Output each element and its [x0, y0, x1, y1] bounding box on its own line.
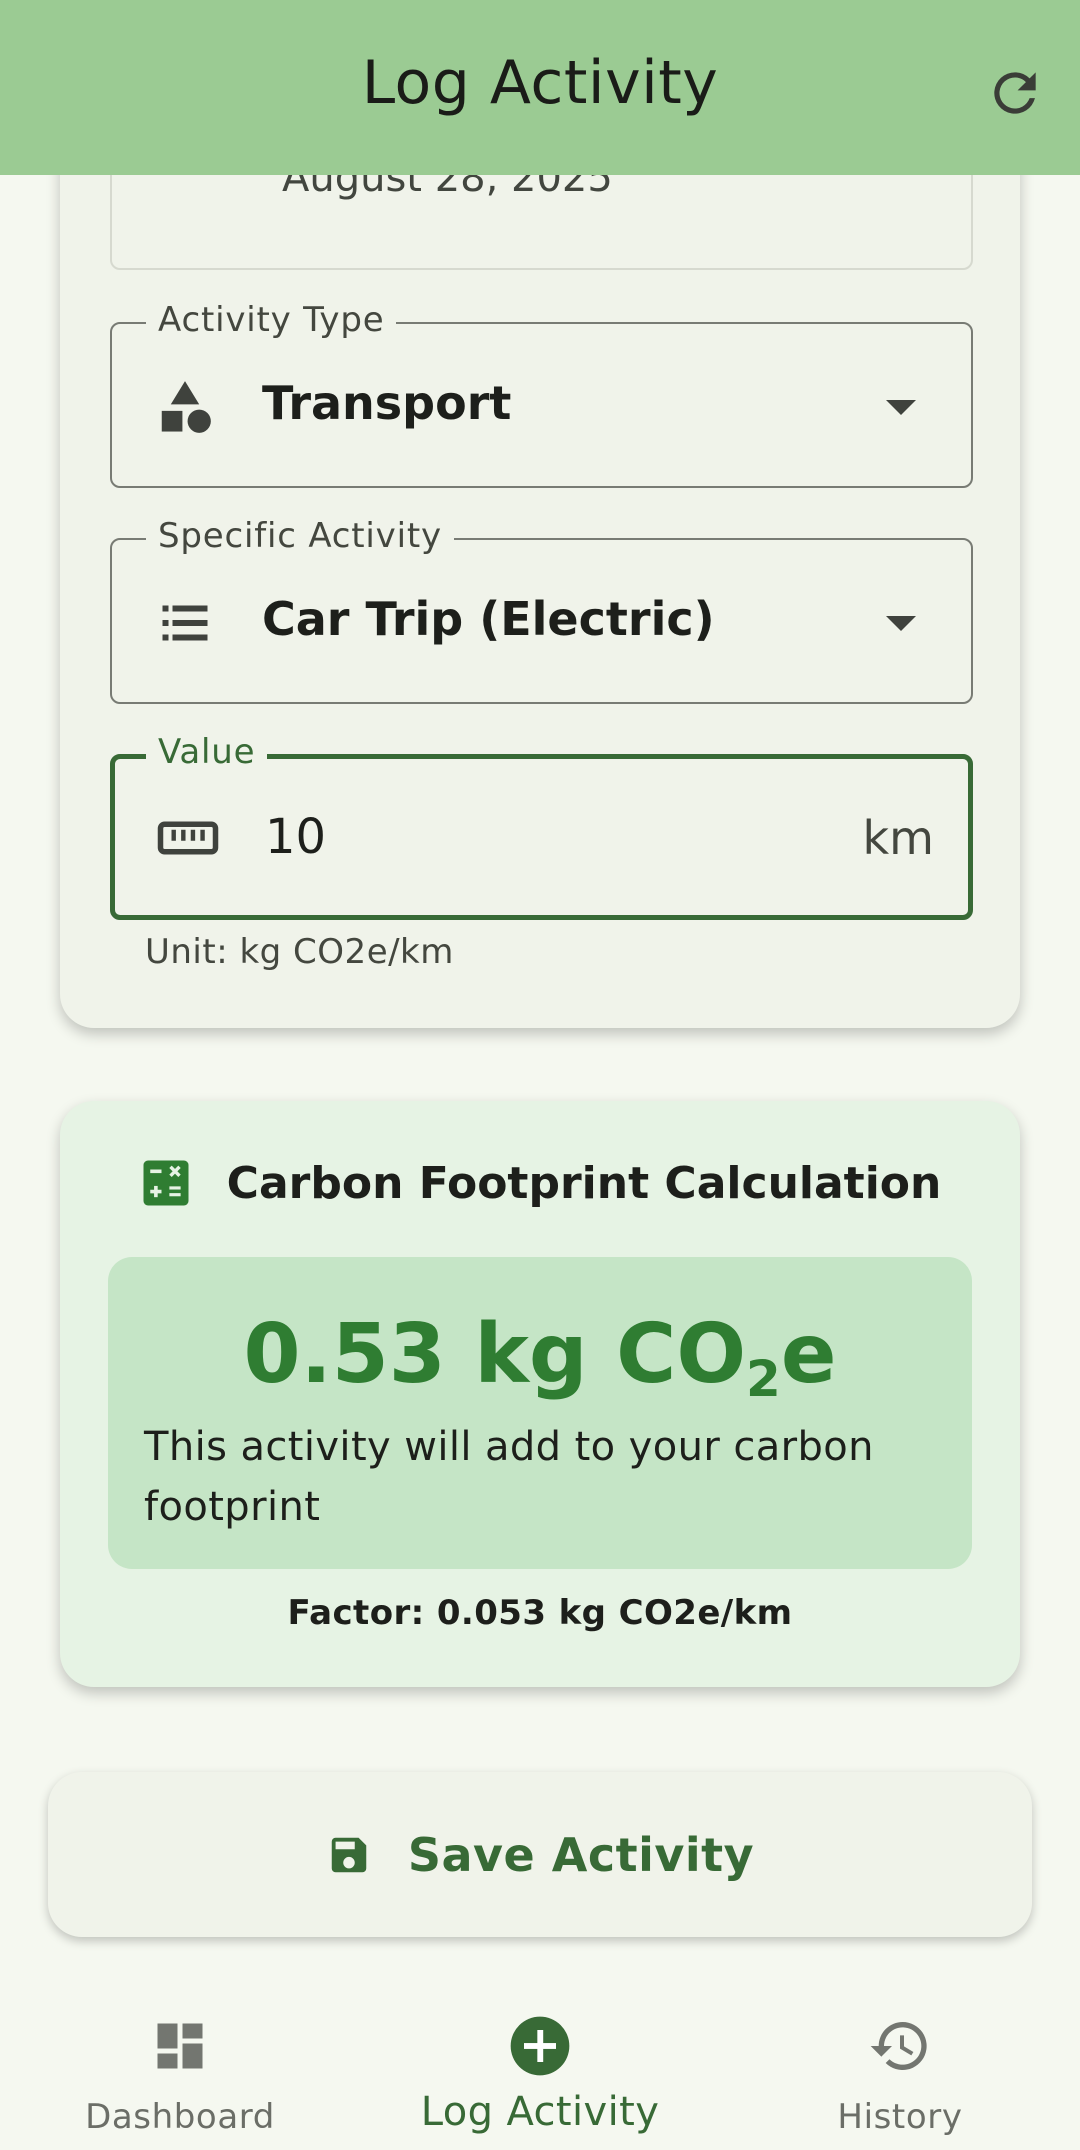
- calculator-icon: [143, 1160, 189, 1206]
- refresh-icon: [994, 72, 1036, 114]
- refresh-button[interactable]: [980, 58, 1050, 128]
- nav-item-log-activity[interactable]: Log Activity: [360, 1985, 720, 2150]
- add-circle-icon: [507, 2013, 573, 2079]
- carbon-amount: 0.53 kg CO2e: [243, 1307, 837, 1408]
- value-helper-text: Unit: kg CO2e/km: [145, 932, 454, 972]
- carbon-calculation-card: Carbon Footprint Calculation 0.53 kg CO2…: [60, 1101, 1020, 1687]
- nav-label-log-activity: Log Activity: [420, 2089, 660, 2135]
- specific-activity-dropdown[interactable]: Specific Activity Car Trip (Electric): [110, 516, 973, 704]
- ruler-icon: [155, 805, 221, 871]
- value-input-field[interactable]: Value 10 km: [110, 732, 973, 920]
- value-unit-suffix: km: [862, 811, 934, 865]
- emission-factor: Factor: 0.053 kg CO2e/km: [287, 1593, 793, 1633]
- dropdown-arrow-icon: [886, 400, 916, 415]
- bottom-navigation: Dashboard Log Activity History: [0, 1985, 1080, 2150]
- dropdown-arrow-icon: [886, 616, 916, 631]
- list-icon: [152, 590, 218, 656]
- save-icon: [331, 1837, 367, 1872]
- nav-label-history: History: [837, 2097, 963, 2137]
- specific-activity-label: Specific Activity: [146, 516, 454, 556]
- calculation-description: This activity will add to your carbon fo…: [144, 1424, 874, 1530]
- category-shapes-icon: [152, 374, 218, 440]
- activity-form-card: August 28, 2025 Activity Type Transport …: [60, 20, 1020, 1028]
- nav-item-dashboard[interactable]: Dashboard: [0, 1985, 360, 2150]
- calculation-header: Carbon Footprint Calculation: [60, 1156, 1020, 1210]
- activity-type-label: Activity Type: [146, 300, 397, 340]
- save-activity-label: Save Activity: [407, 1827, 755, 1882]
- activity-type-value: Transport: [262, 376, 512, 430]
- history-icon: [867, 2013, 933, 2079]
- nav-item-history[interactable]: History: [720, 1985, 1080, 2150]
- calculation-title: Carbon Footprint Calculation: [226, 1157, 942, 1209]
- specific-activity-value: Car Trip (Electric): [262, 592, 715, 646]
- page-title: Log Activity: [361, 48, 719, 118]
- calculation-result-box: 0.53 kg CO2e This activity will add to y…: [108, 1257, 972, 1569]
- save-activity-button[interactable]: Save Activity: [48, 1772, 1032, 1937]
- log-activity-screen: August 28, 2025 Activity Type Transport …: [0, 0, 1080, 2150]
- value-input[interactable]: 10: [265, 809, 326, 865]
- value-label: Value: [146, 732, 268, 772]
- nav-label-dashboard: Dashboard: [85, 2097, 275, 2137]
- dashboard-icon: [147, 2013, 213, 2079]
- activity-type-dropdown[interactable]: Activity Type Transport: [110, 300, 973, 488]
- app-bar: Log Activity: [0, 0, 1080, 175]
